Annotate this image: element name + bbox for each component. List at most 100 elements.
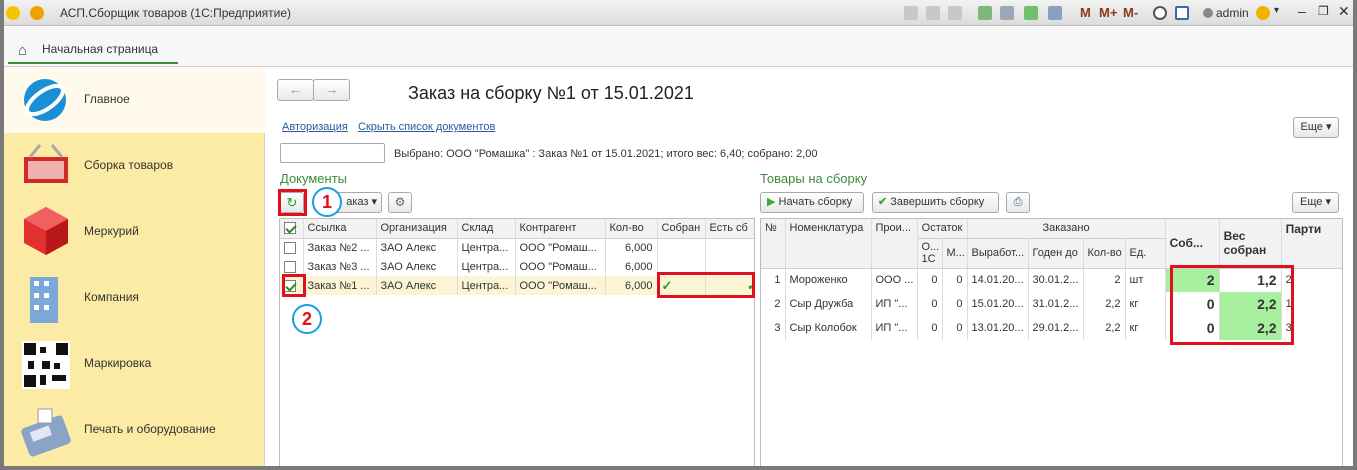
auth-link[interactable]: Авторизация xyxy=(282,121,348,133)
home-icon: ⌂ xyxy=(18,42,28,59)
sidebar-item-label: Маркировка xyxy=(84,356,152,370)
play-icon: ▶ xyxy=(767,196,776,208)
tab-home-label: Начальная страница xyxy=(42,42,159,56)
memory-m-button[interactable]: M xyxy=(1080,5,1091,20)
col-header-warehouse[interactable]: Склад xyxy=(457,219,516,239)
col-header-weight-collected[interactable]: Вес собран xyxy=(1219,219,1282,269)
sidebar-item-print-equipment[interactable]: Печать и оборудование xyxy=(4,397,265,463)
calendar-icon[interactable] xyxy=(1048,6,1062,20)
globe-icon xyxy=(24,79,66,121)
window-title: АСП.Сборщик товаров (1С:Предприятие) xyxy=(60,6,292,20)
col-header-stock-1c[interactable]: О... 1С xyxy=(917,238,943,269)
table-row-selected[interactable]: Заказ №1 ... ЗАО Алекс Центра... ООО "Ро… xyxy=(280,276,754,295)
documents-title: Документы xyxy=(280,171,348,186)
sidebar-item-mercury[interactable]: Меркурий xyxy=(4,199,265,265)
zoom-icon[interactable] xyxy=(1153,6,1167,20)
col-header-qty[interactable]: Кол-во xyxy=(1083,238,1126,269)
col-header-stock-m[interactable]: М... xyxy=(942,238,968,269)
panels-icon[interactable] xyxy=(1175,6,1189,20)
select-all-header[interactable] xyxy=(280,219,304,239)
pos-terminal-icon xyxy=(21,408,71,457)
sidebar-item-main[interactable]: Главное xyxy=(4,67,265,133)
dropdown-chevron-icon[interactable]: ▾ xyxy=(1274,5,1279,16)
col-header-ref[interactable]: Ссылка xyxy=(303,219,377,239)
minimize-icon[interactable]: – xyxy=(1298,3,1306,19)
row-checkbox[interactable] xyxy=(284,260,296,273)
sidebar-item-label: Печать и оборудование xyxy=(84,422,216,436)
row-checkbox-checked[interactable] xyxy=(284,279,296,292)
print-icon[interactable] xyxy=(926,6,940,20)
more-button-top[interactable]: Еще ▾ xyxy=(1293,117,1339,138)
annotation-badge-2: 2 xyxy=(292,304,322,334)
sidebar-item-label: Меркурий xyxy=(84,224,139,238)
col-header-nomenclature[interactable]: Номенклатура xyxy=(785,219,872,269)
col-header-num[interactable]: № xyxy=(761,219,786,269)
table-row[interactable]: Заказ №3 ... ЗАО Алекс Центра... ООО "Ро… xyxy=(280,257,754,276)
back-button[interactable]: ← xyxy=(277,79,314,101)
col-header-ordered[interactable]: Заказано xyxy=(967,219,1166,239)
collected-check-icon: ✓ xyxy=(661,277,673,293)
page-title: Заказ на сборку №1 от 15.01.2021 xyxy=(408,83,694,103)
col-header-producer[interactable]: Прои... xyxy=(871,219,918,269)
row-checkbox[interactable] xyxy=(284,241,296,254)
sidebar-item-label: Компания xyxy=(84,290,139,304)
tab-bar xyxy=(0,27,1357,67)
table-icon[interactable] xyxy=(1024,6,1038,20)
save-icon[interactable] xyxy=(904,6,918,20)
col-header-org[interactable]: Организация xyxy=(376,219,458,239)
finish-assembly-button[interactable]: ✔ Завершить сборку xyxy=(872,192,999,213)
memory-plus-button[interactable]: M+ xyxy=(1099,5,1117,20)
sidebar-item-goods-assembly[interactable]: Сборка товаров xyxy=(4,133,265,199)
refresh-button[interactable]: ↻ xyxy=(280,192,304,213)
main-menu-icon[interactable] xyxy=(30,6,44,20)
select-all-checkbox[interactable] xyxy=(284,222,296,235)
more-button-goods[interactable]: Еще ▾ xyxy=(1292,192,1339,213)
col-header-produced[interactable]: Выработ... xyxy=(967,238,1029,269)
title-bar: АСП.Сборщик товаров (1С:Предприятие) M M… xyxy=(0,0,1357,26)
sidebar-item-marking[interactable]: Маркировка xyxy=(4,331,265,397)
sidebar-item-company[interactable]: Компания xyxy=(4,265,265,331)
table-row[interactable]: Заказ №2 ... ЗАО Алекс Центра... ООО "Ро… xyxy=(280,238,754,257)
documents-table: Ссылка Организация Склад Контрагент Кол-… xyxy=(279,218,755,470)
annotation-badge-1: 1 xyxy=(312,187,342,217)
col-header-qty[interactable]: Кол-во xyxy=(605,219,658,239)
col-header-unit[interactable]: Ед. xyxy=(1125,238,1166,269)
printer-icon[interactable] xyxy=(1000,6,1014,20)
user-icon xyxy=(1203,8,1213,18)
basket-icon xyxy=(24,144,68,183)
start-assembly-button[interactable]: ▶ Начать сборку xyxy=(760,192,864,213)
hide-docs-link[interactable]: Скрыть список документов xyxy=(358,121,495,133)
cube-icon xyxy=(24,207,68,255)
has-collected-check-icon: ✓ xyxy=(747,278,754,293)
col-header-party[interactable]: Парти xyxy=(1281,219,1342,269)
sidebar-item-label: Сборка товаров xyxy=(84,158,174,172)
col-header-collected[interactable]: Собран xyxy=(657,219,706,239)
info-icon[interactable] xyxy=(1256,6,1270,20)
table-row[interactable]: 1 Мороженко ООО ... 0 0 14.01.20... 30.0… xyxy=(761,268,1342,292)
qr-code-icon xyxy=(22,341,70,389)
preview-icon[interactable] xyxy=(948,6,962,20)
col-header-has-collected[interactable]: Есть сб xyxy=(705,219,754,239)
col-header-collected[interactable]: Соб... xyxy=(1165,219,1220,269)
restore-icon[interactable]: ❐ xyxy=(1318,4,1329,18)
tab-home[interactable]: ⌂ Начальная страница xyxy=(8,36,178,64)
col-header-counterparty[interactable]: Контрагент xyxy=(515,219,606,239)
close-icon[interactable]: ✕ xyxy=(1338,3,1350,20)
goods-title: Товары на сборку xyxy=(760,171,868,186)
check-icon: ✔ xyxy=(878,196,888,208)
status-text: Выбрано: ООО "Ромашка" : Заказ №1 от 15.… xyxy=(394,148,818,160)
sidebar: Главное Сборка товаров Меркурий Компания… xyxy=(4,67,265,470)
forward-button[interactable]: → xyxy=(313,79,350,101)
memory-minus-button[interactable]: M- xyxy=(1123,5,1138,20)
table-row[interactable]: 2 Сыр Дружба ИП "... 0 0 15.01.20... 31.… xyxy=(761,292,1342,316)
upload-icon[interactable] xyxy=(978,6,992,20)
user-name[interactable]: admin xyxy=(1216,6,1249,20)
main-content: ← → Заказ на сборку №1 от 15.01.2021 Авт… xyxy=(266,67,1357,470)
table-row[interactable]: 3 Сыр Колобок ИП "... 0 0 13.01.20... 29… xyxy=(761,316,1342,340)
col-header-stock[interactable]: Остаток xyxy=(917,219,968,239)
search-input[interactable] xyxy=(280,143,385,163)
col-header-expiry[interactable]: Годен до xyxy=(1028,238,1084,269)
print-button[interactable]: ⎙ xyxy=(1006,192,1030,213)
settings-button[interactable]: ⚙ xyxy=(388,192,412,213)
sidebar-item-label: Главное xyxy=(84,92,130,106)
